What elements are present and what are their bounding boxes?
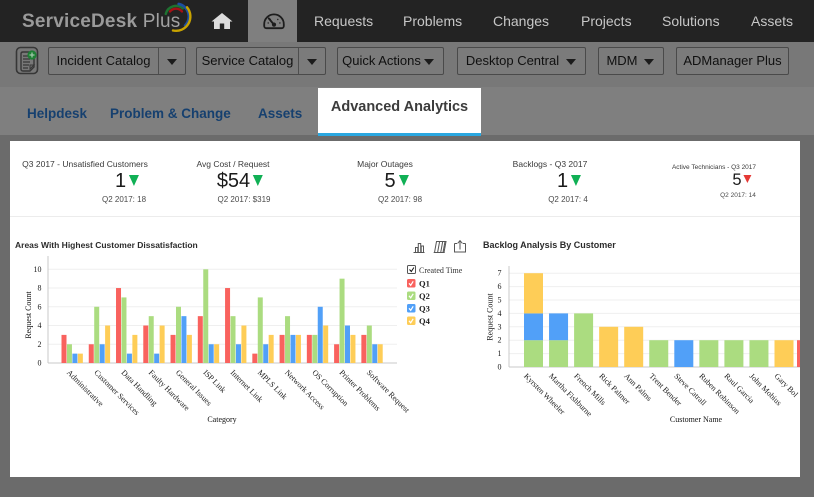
svg-text:0: 0	[498, 363, 502, 372]
svg-text:Martha Fishburne: Martha Fishburne	[547, 372, 594, 419]
svg-text:4: 4	[38, 321, 42, 330]
svg-text:3: 3	[498, 322, 502, 331]
svg-text:6: 6	[498, 282, 502, 291]
svg-text:8: 8	[38, 284, 42, 293]
svg-text:10: 10	[34, 265, 42, 274]
svg-text:ISP Link: ISP Link	[201, 368, 227, 394]
svg-text:1: 1	[498, 349, 502, 358]
svg-text:Request Count: Request Count	[486, 293, 495, 341]
svg-text:Request Count: Request Count	[24, 291, 33, 339]
svg-text:5: 5	[498, 296, 502, 305]
svg-text:6: 6	[38, 302, 42, 311]
svg-text:2: 2	[38, 340, 42, 349]
svg-text:Customer Name: Customer Name	[670, 415, 723, 424]
svg-text:7: 7	[498, 269, 502, 278]
svg-text:2: 2	[498, 336, 502, 345]
svg-text:0: 0	[38, 359, 42, 368]
svg-text:Category: Category	[207, 415, 236, 424]
svg-text:4: 4	[498, 309, 502, 318]
